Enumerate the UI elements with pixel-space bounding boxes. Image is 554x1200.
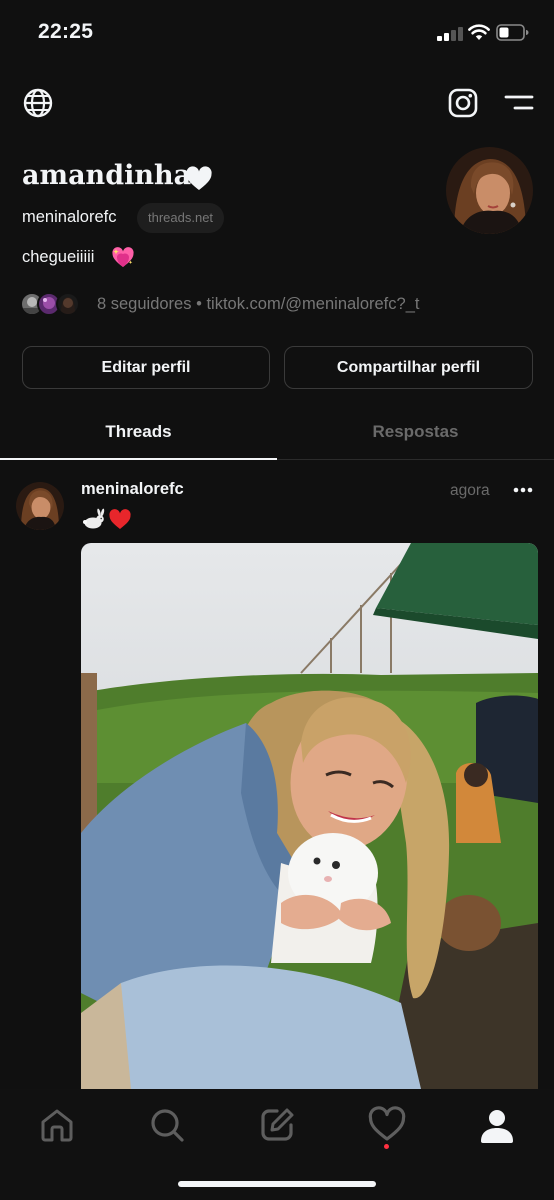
bottom-navigation xyxy=(0,1089,554,1200)
threads-domain-badge[interactable]: threads.net xyxy=(137,203,225,233)
post-photo[interactable] xyxy=(81,543,538,1089)
profile-username: meninalorefc xyxy=(22,208,117,226)
separator-dot: • xyxy=(196,295,202,313)
share-profile-button[interactable]: Compartilhar perfil xyxy=(284,346,533,389)
tab-threads[interactable]: Threads xyxy=(0,422,277,442)
globe-icon[interactable] xyxy=(22,87,54,119)
post-username[interactable]: meninalorefc xyxy=(81,480,184,499)
profile-avatar[interactable] xyxy=(446,147,533,234)
profile-icon[interactable] xyxy=(477,1105,517,1145)
profile-bio: chegueiiiii xyxy=(22,248,95,266)
menu-icon[interactable] xyxy=(504,92,534,114)
post-timestamp: agora xyxy=(450,482,490,499)
notification-dot xyxy=(384,1144,389,1149)
wifi-icon xyxy=(468,24,490,40)
follower-avatars[interactable] xyxy=(20,292,84,318)
status-time: 22:25 xyxy=(38,20,94,43)
follower-avatar xyxy=(56,292,80,316)
compose-icon[interactable] xyxy=(257,1105,297,1145)
tab-active-indicator xyxy=(0,458,277,460)
post-author-avatar[interactable] xyxy=(16,482,64,530)
battery-icon xyxy=(496,24,529,41)
more-options-icon[interactable] xyxy=(513,486,533,494)
edit-profile-button[interactable]: Editar perfil xyxy=(22,346,270,389)
home-icon[interactable] xyxy=(37,1105,77,1145)
white-heart-emoji xyxy=(186,166,212,190)
search-icon[interactable] xyxy=(147,1105,187,1145)
instagram-icon[interactable] xyxy=(447,87,479,119)
red-heart-emoji xyxy=(109,509,131,529)
sparkling-heart-emoji xyxy=(112,247,134,267)
followers-count[interactable]: 8 seguidores xyxy=(97,295,191,313)
followers-and-link[interactable]: 8 seguidores • tiktok.com/@meninalorefc?… xyxy=(97,295,419,314)
profile-link[interactable]: tiktok.com/@meninalorefc?_t xyxy=(206,295,419,313)
post-text-emoji xyxy=(83,508,131,529)
heart-icon[interactable] xyxy=(367,1105,407,1145)
rabbit-emoji xyxy=(83,508,105,529)
profile-display-name: amandinha xyxy=(22,160,192,191)
home-indicator xyxy=(178,1181,376,1187)
status-bar: 22:25 xyxy=(0,0,554,64)
tab-replies[interactable]: Respostas xyxy=(277,422,554,442)
cellular-signal-icon xyxy=(437,26,463,41)
